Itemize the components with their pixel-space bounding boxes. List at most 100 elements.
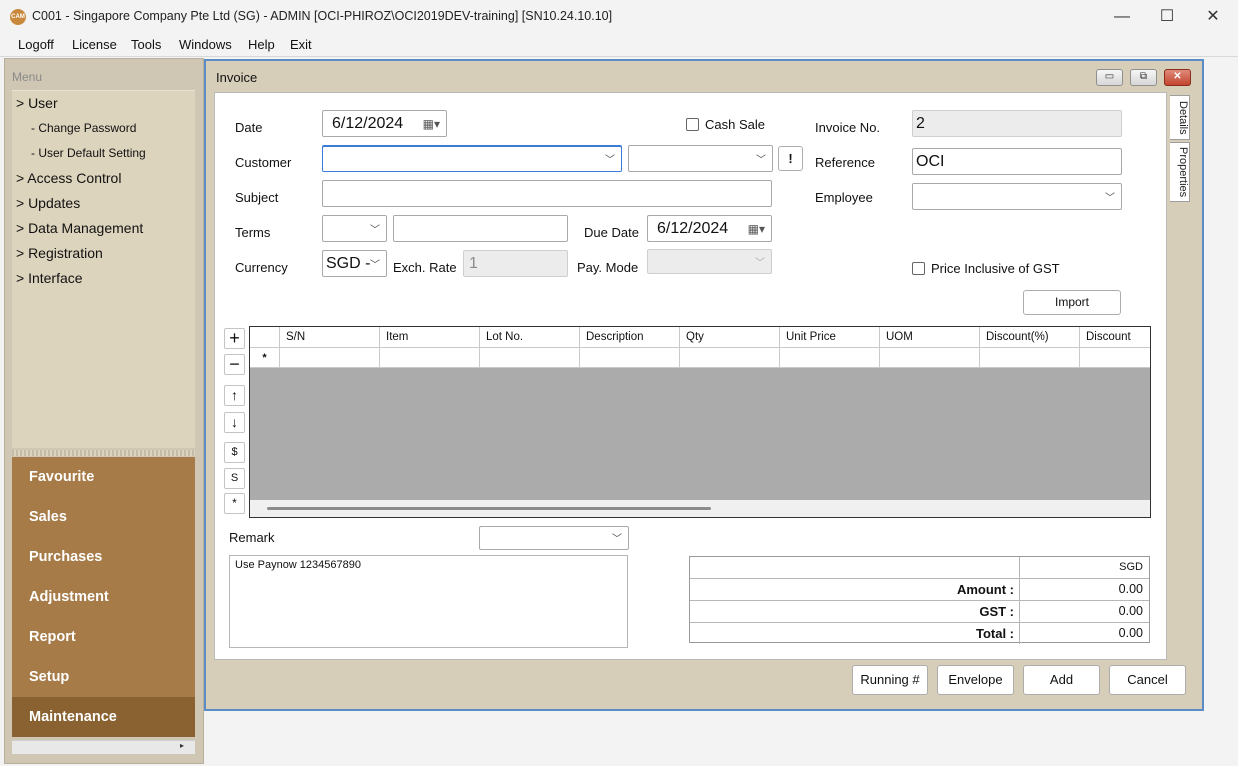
tab-properties[interactable]: Properties bbox=[1170, 142, 1190, 202]
grid-cell[interactable] bbox=[980, 348, 1080, 368]
column-header-sn[interactable]: S/N bbox=[280, 327, 380, 348]
tab-details[interactable]: Details bbox=[1170, 95, 1190, 140]
import-button[interactable]: Import bbox=[1023, 290, 1121, 315]
tree-item-updates[interactable]: > Updates bbox=[16, 195, 80, 211]
date-label: Date bbox=[235, 120, 263, 135]
minimize-button[interactable]: — bbox=[1099, 4, 1145, 29]
column-header-qty[interactable]: Qty bbox=[680, 327, 780, 348]
category-purchases[interactable]: Purchases bbox=[12, 537, 195, 577]
chevron-down-icon[interactable]: ﹀ bbox=[370, 255, 380, 270]
column-header-item[interactable]: Item bbox=[380, 327, 480, 348]
grid-cell[interactable] bbox=[480, 348, 580, 368]
tree-item-user-default-setting[interactable]: - User Default Setting bbox=[31, 146, 146, 160]
scroll-right-icon[interactable]: ▸ bbox=[180, 741, 184, 750]
remark-textarea[interactable]: Use Paynow 1234567890 bbox=[229, 555, 628, 648]
category-adjustment[interactable]: Adjustment bbox=[12, 577, 195, 617]
chevron-down-icon[interactable]: ﹀ bbox=[1105, 188, 1115, 203]
menu-license[interactable]: License bbox=[72, 37, 117, 52]
terms-label: Terms bbox=[235, 225, 271, 240]
grid-cell[interactable] bbox=[1080, 348, 1150, 368]
invoice-no-value: 2 bbox=[916, 115, 925, 132]
tree-item-user[interactable]: > User bbox=[16, 95, 58, 111]
pay-mode-label: Pay. Mode bbox=[577, 260, 639, 275]
chevron-down-icon[interactable]: ﹀ bbox=[756, 150, 766, 165]
terms-combobox[interactable]: ﹀ bbox=[322, 215, 387, 242]
price-button[interactable]: $ bbox=[224, 442, 245, 463]
grid-cell[interactable] bbox=[380, 348, 480, 368]
grid-cell[interactable] bbox=[680, 348, 780, 368]
menu-logoff[interactable]: Logoff bbox=[18, 37, 54, 52]
tree-item-interface[interactable]: > Interface bbox=[16, 270, 83, 286]
grid-cell[interactable] bbox=[280, 348, 380, 368]
column-header-uom[interactable]: UOM bbox=[880, 327, 980, 348]
misc-button[interactable]: * bbox=[224, 493, 245, 514]
move-up-button[interactable]: ↑ bbox=[224, 385, 245, 406]
subject-input[interactable] bbox=[322, 180, 772, 207]
column-header-description[interactable]: Description bbox=[580, 327, 680, 348]
menu-help[interactable]: Help bbox=[248, 37, 275, 52]
invoice-close-button[interactable]: ✕ bbox=[1164, 69, 1191, 86]
terms-description-input[interactable] bbox=[393, 215, 568, 242]
column-header-lot-no[interactable]: Lot No. bbox=[480, 327, 580, 348]
maximize-button[interactable]: ☐ bbox=[1144, 4, 1190, 29]
menu-tools[interactable]: Tools bbox=[131, 37, 161, 52]
remove-row-button[interactable]: − bbox=[224, 354, 245, 375]
cancel-button[interactable]: Cancel bbox=[1109, 665, 1186, 695]
grid-cell[interactable] bbox=[780, 348, 880, 368]
calendar-dropdown-icon[interactable]: ▦▾ bbox=[748, 222, 765, 236]
items-grid[interactable]: S/N Item Lot No. Description Qty Unit Pr… bbox=[249, 326, 1151, 518]
grid-scroll-thumb[interactable] bbox=[267, 507, 711, 510]
currency-label: Currency bbox=[235, 260, 288, 275]
menu-exit[interactable]: Exit bbox=[290, 37, 312, 52]
customer-lookup-button[interactable]: ! bbox=[778, 146, 803, 171]
running-number-button[interactable]: Running # bbox=[852, 665, 928, 695]
tree-item-data-management[interactable]: > Data Management bbox=[16, 220, 143, 236]
chevron-down-icon[interactable]: ﹀ bbox=[612, 530, 622, 545]
category-maintenance[interactable]: Maintenance bbox=[12, 697, 195, 737]
customer-combobox[interactable]: ﹀ bbox=[322, 145, 622, 172]
invoice-restore-button[interactable]: ⧉ bbox=[1130, 69, 1157, 86]
category-setup[interactable]: Setup bbox=[12, 657, 195, 697]
remark-label: Remark bbox=[229, 530, 275, 545]
invoice-no-field: 2 bbox=[912, 110, 1122, 137]
tree-item-change-password[interactable]: - Change Password bbox=[31, 121, 136, 135]
envelope-button[interactable]: Envelope bbox=[937, 665, 1014, 695]
reference-label: Reference bbox=[815, 155, 875, 170]
grid-cell[interactable] bbox=[580, 348, 680, 368]
serial-button[interactable]: S bbox=[224, 468, 245, 489]
column-header-discount-pct[interactable]: Discount(%) bbox=[980, 327, 1080, 348]
tree-item-registration[interactable]: > Registration bbox=[16, 245, 103, 261]
calendar-dropdown-icon[interactable]: ▦▾ bbox=[423, 117, 440, 131]
category-favourite[interactable]: Favourite bbox=[12, 457, 195, 497]
gst-value: 0.00 bbox=[1118, 604, 1143, 618]
grid-cell[interactable] bbox=[880, 348, 980, 368]
remark-template-combobox[interactable]: ﹀ bbox=[479, 526, 629, 550]
add-row-button[interactable]: + bbox=[224, 328, 245, 349]
cash-sale-checkbox[interactable] bbox=[686, 118, 699, 131]
pay-mode-combobox: ﹀ bbox=[647, 249, 772, 274]
currency-combobox[interactable]: SGD - ﹀ bbox=[322, 250, 387, 277]
grid-horizontal-scrollbar[interactable] bbox=[250, 500, 1150, 517]
due-date-picker[interactable]: 6/12/2024 ▦▾ bbox=[647, 215, 772, 242]
date-picker[interactable]: 6/12/2024 ▦▾ bbox=[322, 110, 447, 137]
move-down-button[interactable]: ↓ bbox=[224, 412, 245, 433]
customer-code-combobox[interactable]: ﹀ bbox=[628, 145, 773, 172]
chevron-down-icon[interactable]: ﹀ bbox=[370, 220, 380, 235]
column-header-unit-price[interactable]: Unit Price bbox=[780, 327, 880, 348]
chevron-down-icon[interactable]: ﹀ bbox=[605, 150, 615, 165]
reference-input[interactable]: OCI bbox=[912, 148, 1122, 175]
panel-scrollbar[interactable] bbox=[12, 740, 195, 754]
invoice-minimize-button[interactable]: ▭ bbox=[1096, 69, 1123, 86]
category-sales[interactable]: Sales bbox=[12, 497, 195, 537]
close-button[interactable]: ✕ bbox=[1190, 4, 1236, 29]
menu-windows[interactable]: Windows bbox=[179, 37, 232, 52]
employee-combobox[interactable]: ﹀ bbox=[912, 183, 1122, 210]
add-button[interactable]: Add bbox=[1023, 665, 1100, 695]
category-report[interactable]: Report bbox=[12, 617, 195, 657]
panel-splitter[interactable] bbox=[12, 450, 195, 456]
customer-label: Customer bbox=[235, 155, 292, 170]
column-header-discount[interactable]: Discount bbox=[1080, 327, 1150, 348]
price-inclusive-gst-checkbox[interactable] bbox=[912, 262, 925, 275]
employee-label: Employee bbox=[815, 190, 873, 205]
tree-item-access-control[interactable]: > Access Control bbox=[16, 170, 121, 186]
